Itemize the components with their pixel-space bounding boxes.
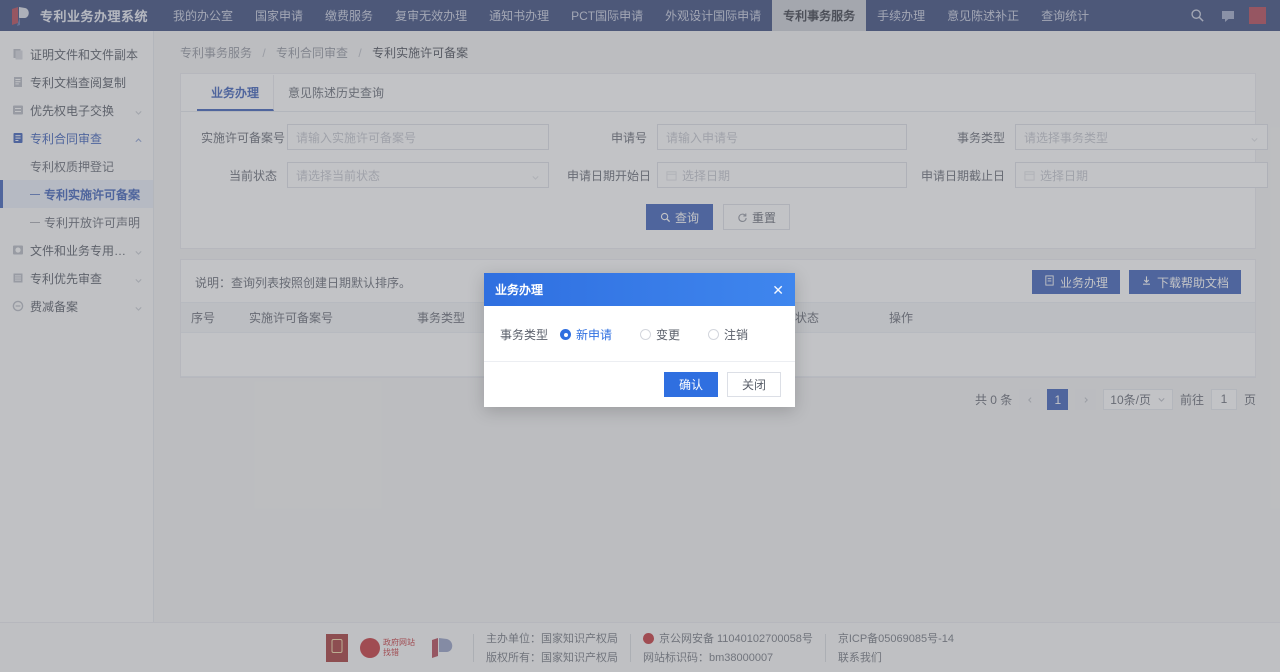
radio-label: 注销: [724, 328, 749, 342]
modal-field-label: 事务类型: [500, 328, 549, 342]
app-root: 专利业务办理系统 我的办公室 国家申请 缴费服务 复审无效办理 通知书办理 PC…: [0, 0, 1280, 672]
radio-change[interactable]: 变更: [640, 326, 680, 343]
close-icon[interactable]: ✕: [772, 283, 784, 297]
radio-dot-icon: [708, 329, 720, 340]
modal-close-button[interactable]: 关闭: [726, 372, 781, 397]
radio-dot-icon: [640, 329, 652, 340]
modal-footer: 确认 关闭: [484, 361, 795, 407]
modal-header: 业务办理 ✕: [484, 273, 795, 306]
modal-confirm-button[interactable]: 确认: [663, 372, 718, 397]
radio-label: 新申请: [576, 328, 613, 342]
modal-body: 事务类型 新申请 变更 注销: [484, 306, 795, 361]
radio-cancel[interactable]: 注销: [708, 326, 748, 343]
radio-new-application[interactable]: 新申请: [560, 326, 612, 343]
radio-dot-icon: [560, 329, 572, 340]
business-handling-modal: 业务办理 ✕ 事务类型 新申请 变更 注销 确认 关闭: [484, 273, 795, 407]
radio-label: 变更: [656, 328, 681, 342]
modal-title: 业务办理: [495, 283, 544, 297]
